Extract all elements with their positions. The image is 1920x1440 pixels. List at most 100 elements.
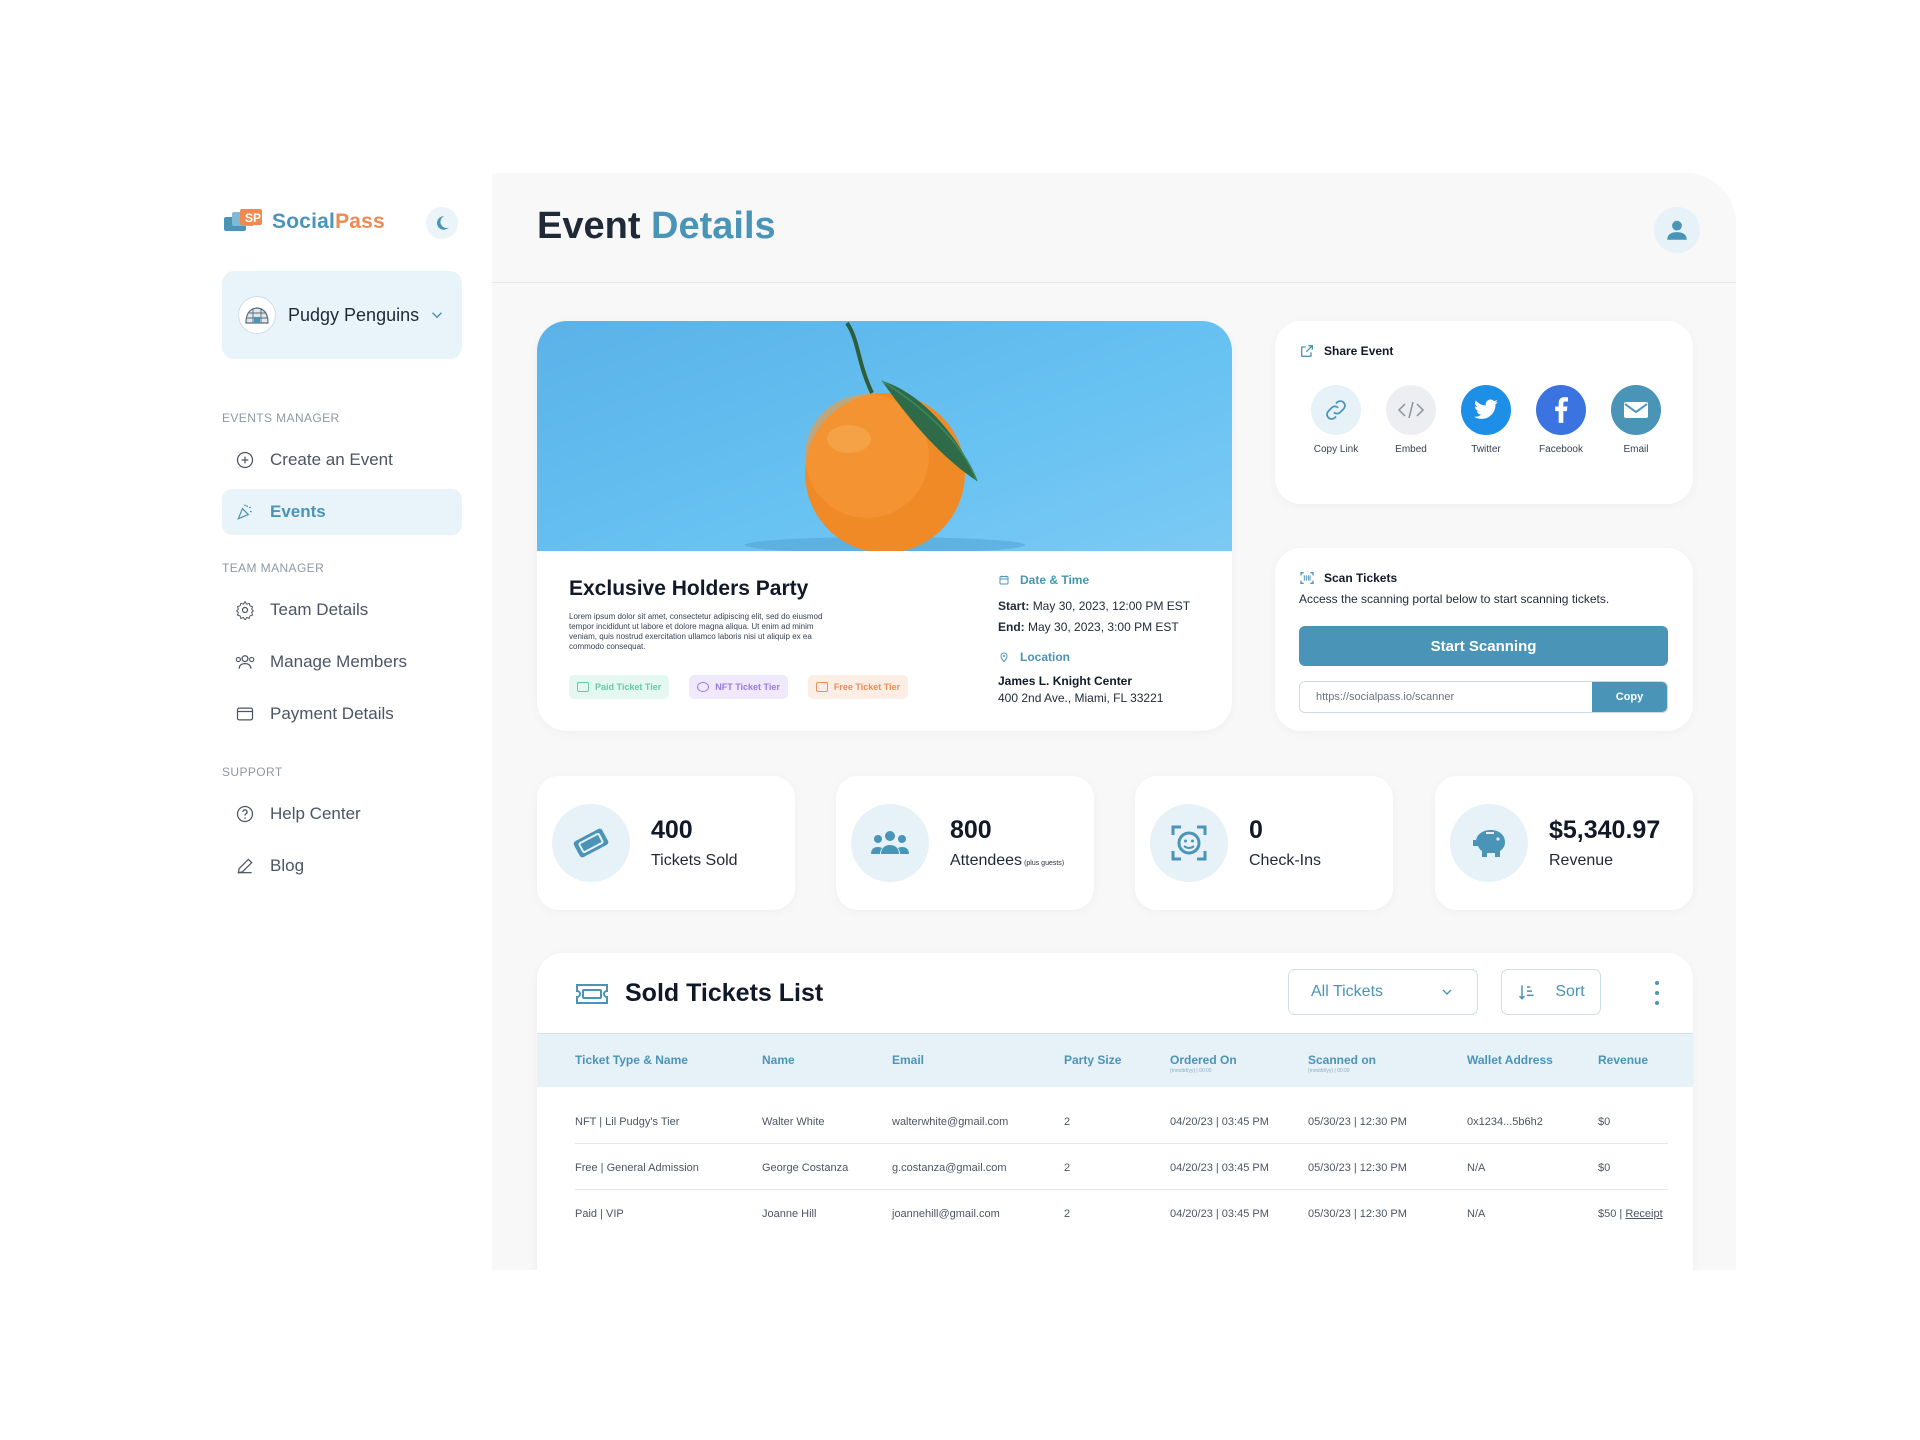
brand-name-part2: Pass — [335, 210, 385, 233]
app: SP SocialPass Pudgy Penguins EVENTS MANA — [0, 0, 1920, 1440]
ticket-filter-select[interactable]: All Tickets — [1288, 969, 1478, 1015]
col-name[interactable]: Name — [762, 1053, 795, 1067]
facebook-icon — [1536, 385, 1586, 435]
cell-party-size: 2 — [1064, 1116, 1071, 1128]
ticket-outline-icon — [576, 983, 608, 1004]
cell-scanned-on: 05/30/23 | 12:30 PM — [1308, 1208, 1407, 1220]
table-row[interactable]: Paid | VIP Joanne Hill joannehill@gmail.… — [537, 1190, 1693, 1236]
nav-events-label: Events — [270, 502, 326, 521]
cell-wallet: N/A — [1467, 1162, 1486, 1174]
col-ticket-type[interactable]: Ticket Type & Name — [575, 1053, 688, 1067]
share-copy-link[interactable]: Copy Link — [1311, 385, 1361, 455]
event-start-value: May 30, 2023, 12:00 PM EST — [1032, 599, 1191, 613]
nav-create-event-label: Create an Event — [270, 450, 393, 469]
nav-events[interactable]: Events — [222, 489, 462, 535]
socialpass-logo-icon: SP — [222, 208, 266, 236]
cell-wallet: N/A — [1467, 1208, 1486, 1220]
event-venue: James L. Knight Center — [998, 674, 1133, 688]
stat-attendees-value: 800 — [950, 816, 992, 844]
copy-url-button[interactable]: Copy — [1592, 682, 1667, 712]
nav-blog[interactable]: Blog — [222, 843, 462, 889]
col-email[interactable]: Email — [892, 1053, 924, 1067]
nav-help-center-label: Help Center — [270, 804, 361, 823]
share-embed[interactable]: Embed — [1386, 385, 1436, 455]
nav-manage-members-label: Manage Members — [270, 652, 408, 671]
cell-ordered-on: 04/20/23 | 03:45 PM — [1170, 1208, 1269, 1220]
share-email[interactable]: Email — [1611, 385, 1661, 455]
event-cover-image — [537, 321, 1232, 551]
col-revenue[interactable]: Revenue — [1598, 1053, 1648, 1067]
plus-circle-icon — [234, 449, 256, 471]
brand[interactable]: SP SocialPass — [222, 200, 462, 244]
col-ordered-on[interactable]: Ordered On (mm/dd/yy) | 00:00 — [1170, 1053, 1237, 1074]
main-panel: Event Details Exclusive Holders Party Lo… — [492, 173, 1736, 1270]
date-time-heading: Date & Time — [998, 573, 1208, 587]
cell-email: walterwhite@gmail.com — [892, 1116, 1009, 1128]
dark-mode-toggle[interactable] — [426, 207, 458, 239]
sold-tickets-card: Sold Tickets List All Tickets Sort Ticke… — [537, 953, 1693, 1270]
location-heading-label: Location — [1020, 650, 1070, 664]
event-end-label: End: — [998, 620, 1025, 634]
scan-instructions: Access the scanning portal below to star… — [1299, 592, 1610, 606]
cell-party-size: 2 — [1064, 1208, 1071, 1220]
users-icon — [851, 804, 929, 882]
twitter-icon — [1461, 385, 1511, 435]
table-row[interactable]: Free | General Admission George Costanza… — [537, 1144, 1693, 1190]
scanner-url-input[interactable] — [1300, 682, 1592, 712]
chevron-down-icon — [431, 312, 443, 319]
profile-button[interactable] — [1654, 207, 1700, 253]
share-event-card: Share Event Copy Link Embed Twitter Face… — [1275, 321, 1693, 504]
nav-help-center[interactable]: Help Center — [222, 791, 462, 837]
tier-badge-nft[interactable]: NFT Ticket Tier — [689, 675, 788, 699]
cell-scanned-on: 05/30/23 | 12:30 PM — [1308, 1162, 1407, 1174]
receipt-link[interactable]: Receipt — [1625, 1208, 1662, 1220]
cell-party-size: 2 — [1064, 1162, 1071, 1174]
sort-icon — [1519, 985, 1534, 1000]
col-ordered-on-format: (mm/dd/yy) | 00:00 — [1170, 1068, 1212, 1074]
more-options-icon[interactable] — [1652, 981, 1662, 1005]
share-event-title: Share Event — [1324, 344, 1394, 358]
envelope-icon — [1611, 385, 1661, 435]
team-switcher[interactable]: Pudgy Penguins — [222, 271, 462, 359]
wallet-icon — [234, 703, 256, 725]
share-twitter[interactable]: Twitter — [1461, 385, 1511, 455]
cell-ticket-type: Paid | VIP — [575, 1208, 624, 1220]
code-icon — [1386, 385, 1436, 435]
nft-icon — [697, 682, 710, 692]
col-wallet[interactable]: Wallet Address — [1467, 1053, 1553, 1067]
nav-blog-label: Blog — [270, 856, 305, 875]
stat-attendees-label-wrap: Attendees (plus guests) — [950, 852, 1064, 870]
tier-badge-paid[interactable]: Paid Ticket Tier — [569, 675, 670, 699]
col-scanned-on-label: Scanned on — [1308, 1053, 1377, 1067]
event-end-value: May 30, 2023, 3:00 PM EST — [1028, 620, 1179, 634]
cell-email: g.costanza@gmail.com — [892, 1162, 1007, 1174]
nav-team-details[interactable]: Team Details — [222, 587, 462, 633]
col-party-size[interactable]: Party Size — [1064, 1053, 1121, 1067]
start-scanning-button[interactable]: Start Scanning — [1299, 626, 1668, 666]
free-ticket-icon — [815, 682, 828, 692]
stat-revenue-label: Revenue — [1549, 852, 1614, 869]
nav-manage-members[interactable]: Manage Members — [222, 639, 462, 685]
link-icon — [1311, 385, 1361, 435]
nav-payment-details[interactable]: Payment Details — [222, 691, 462, 737]
section-label-support: SUPPORT — [222, 765, 283, 779]
event-description: Lorem ipsum dolor sit amet, consectetur … — [569, 612, 823, 651]
nav-create-event[interactable]: Create an Event — [222, 437, 462, 483]
tier-badge-free[interactable]: Free Ticket Tier — [807, 675, 909, 699]
stat-check-ins-value: 0 — [1249, 816, 1263, 844]
external-link-icon — [1301, 345, 1313, 357]
ticket-icon — [577, 682, 589, 692]
share-copy-link-label: Copy Link — [1313, 444, 1359, 455]
sort-button[interactable]: Sort — [1501, 969, 1601, 1015]
col-scanned-on[interactable]: Scanned on (mm/dd/yy) | 00:00 — [1308, 1053, 1376, 1074]
tier-badge-nft-label: NFT Ticket Tier — [715, 682, 780, 692]
piggy-bank-icon — [1450, 804, 1528, 882]
table-row[interactable]: NFT | Lil Pudgy's Tier Walter White walt… — [537, 1098, 1693, 1144]
share-facebook[interactable]: Facebook — [1536, 385, 1586, 455]
cell-wallet: 0x1234...5b6h2 — [1467, 1116, 1543, 1128]
stat-tickets-sold-label: Tickets Sold — [651, 852, 738, 869]
sold-tickets-title: Sold Tickets List — [625, 979, 824, 1007]
col-scanned-on-format: (mm/dd/yy) | 00:00 — [1308, 1068, 1350, 1074]
cell-revenue: $0 — [1598, 1162, 1611, 1174]
calendar-icon — [999, 575, 1009, 585]
